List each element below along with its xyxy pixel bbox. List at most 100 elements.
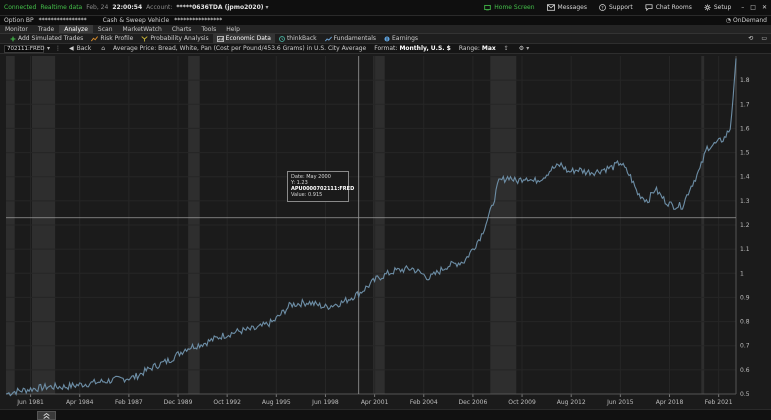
status-date: Feb, 24 xyxy=(86,4,109,11)
support-label: Support xyxy=(608,4,633,11)
data-tooltip: Date: May 2000 Y: 1.23 APU0000702111:FRE… xyxy=(287,171,354,202)
share-icon[interactable]: ⇪ xyxy=(504,45,509,52)
economic-data-chart[interactable]: 0.5 0.6 0.7 0.8 0.9 1 1.1 1.2 1.3 1.4 1.5 1.6 1.7 1.8… xyxy=(0,54,771,409)
envelope-icon xyxy=(546,4,555,11)
tab-scan[interactable]: Scan xyxy=(93,25,118,33)
x-tick-label: Jun 1998 xyxy=(311,399,339,406)
subtab-label: Fundamentals xyxy=(333,35,376,42)
x-tick-label: Aug 1995 xyxy=(262,399,291,406)
chat-rooms-label: Chat Rooms xyxy=(655,4,692,11)
symbol-input[interactable]: 702111:FRED xyxy=(4,44,45,53)
setup-button[interactable]: Setup xyxy=(704,4,731,11)
tab-help[interactable]: Help xyxy=(221,25,245,33)
format-selector[interactable]: Format: Monthly, U.S. $ xyxy=(374,45,451,52)
subtab-thinkback[interactable]: thinkBack xyxy=(275,34,321,43)
x-tick-label: Apr 2018 xyxy=(656,399,684,406)
account-bar: Option BP **************** Cash & Sweep … xyxy=(0,16,771,25)
probability-icon xyxy=(141,35,148,41)
setup-label: Setup xyxy=(713,4,732,11)
y-tick-label: 1.7 xyxy=(740,101,750,108)
data-mode: Realtime data xyxy=(40,4,83,11)
sub-tab-bar: Add Simulated Trades Risk Profile Probab… xyxy=(0,34,771,43)
chart-area[interactable]: 0.5 0.6 0.7 0.8 0.9 1 1.1 1.2 1.3 1.4 1.5 1.6 1.7 1.8… xyxy=(0,54,771,409)
back-label: Back xyxy=(76,45,92,52)
chart-settings-bar: 702111:FRED ▾ ⋮ ◀ Back ⌂ Average Price: … xyxy=(0,43,771,54)
back-arrow-icon: ◀ xyxy=(69,45,74,52)
gear-icon xyxy=(704,4,711,11)
y-tick-label: 0.9 xyxy=(740,294,750,301)
window-minimize-button[interactable]: – xyxy=(741,4,744,11)
support-button[interactable]: ? Support xyxy=(599,4,633,11)
x-tick-label: Apr 2001 xyxy=(361,399,389,406)
home-icon[interactable]: ⌂ xyxy=(101,45,105,52)
y-tick-label: 1.6 xyxy=(740,125,750,132)
x-tick-label: Feb 2004 xyxy=(410,399,438,406)
y-tick-label: 1.5 xyxy=(740,150,750,157)
home-screen-icon xyxy=(484,4,491,11)
option-bp-value: **************** xyxy=(38,17,87,24)
y-tick-label: 1.3 xyxy=(740,198,750,205)
subtab-risk-profile[interactable]: Risk Profile xyxy=(87,34,137,43)
settings-dropdown-icon[interactable]: ▾ xyxy=(526,45,529,52)
x-tick-label: Dec 2006 xyxy=(459,399,488,406)
cash-label: Cash & Sweep Vehicle xyxy=(102,17,170,24)
window-maximize-button[interactable]: □ xyxy=(750,4,756,11)
tab-trade[interactable]: Trade xyxy=(33,25,59,33)
subtab-fundamentals[interactable]: Fundamentals xyxy=(321,34,380,43)
panel-options-icon[interactable]: ▭ xyxy=(761,35,767,42)
cash-value: **************** xyxy=(174,17,223,24)
x-tick-label: Apr 1984 xyxy=(66,399,94,406)
status-bar: Connected Realtime data Feb, 24 22:00:54… xyxy=(0,0,771,16)
tooltip-value: Value: 0.915 xyxy=(291,192,323,198)
format-value: Monthly, U.S. $ xyxy=(399,45,451,52)
chat-icon xyxy=(645,4,653,11)
subtab-earnings[interactable]: Earnings xyxy=(380,34,422,43)
more-icon[interactable]: ⋮ xyxy=(55,45,61,52)
x-tick-label: Feb 2021 xyxy=(705,399,733,406)
y-tick-label: 1 xyxy=(740,270,744,277)
y-tick-label: 1.1 xyxy=(740,246,750,253)
tab-marketwatch[interactable]: MarketWatch xyxy=(118,25,167,33)
link-icon[interactable]: ⟲ xyxy=(748,35,753,42)
risk-profile-icon xyxy=(91,35,99,41)
collapse-panel-button[interactable] xyxy=(37,411,56,420)
y-tick-label: 0.6 xyxy=(740,367,750,374)
format-label: Format: xyxy=(374,45,398,52)
plus-icon xyxy=(10,36,16,41)
tab-monitor[interactable]: Monitor xyxy=(0,25,33,33)
clock-icon xyxy=(279,35,285,42)
subtab-probability-analysis[interactable]: Probability Analysis xyxy=(137,34,212,43)
home-screen-button[interactable]: Home Screen xyxy=(484,4,535,11)
ondemand-button[interactable]: OnDemand xyxy=(733,17,767,24)
y-tick-label: 0.7 xyxy=(740,343,750,350)
y-tick-label: 0.5 xyxy=(740,391,750,398)
x-tick-label: Oct 1992 xyxy=(213,399,241,406)
earnings-icon xyxy=(384,35,390,42)
option-bp-label: Option BP xyxy=(4,17,34,24)
tab-analyze[interactable]: Analyze xyxy=(59,25,93,33)
messages-label: Messages xyxy=(557,4,587,11)
messages-button[interactable]: Messages xyxy=(546,4,587,11)
status-time: 22:00:54 xyxy=(112,4,143,11)
account-dropdown-icon[interactable]: ▾ xyxy=(266,4,269,11)
account-selector[interactable]: *****0636TDA (jpmo2020) xyxy=(176,4,263,11)
x-tick-label: Dec 1989 xyxy=(164,399,193,406)
window-close-button[interactable]: ✕ xyxy=(762,4,767,11)
back-button[interactable]: ◀ Back xyxy=(69,45,91,52)
range-selector[interactable]: Range: Max xyxy=(459,45,496,52)
x-tick-label: Oct 2009 xyxy=(508,399,536,406)
chat-rooms-button[interactable]: Chat Rooms xyxy=(645,4,692,11)
subtab-add-simulated-trades[interactable]: Add Simulated Trades xyxy=(6,34,87,43)
tab-charts[interactable]: Charts xyxy=(167,25,197,33)
connection-status: Connected xyxy=(4,4,37,11)
chart-settings-gear-icon[interactable]: ⚙ xyxy=(519,45,524,52)
y-tick-label: 1.8 xyxy=(740,77,750,84)
range-value: Max xyxy=(481,45,496,52)
range-label: Range: xyxy=(458,45,480,52)
subtab-label: Economic Data xyxy=(225,35,271,42)
subtab-label: Probability Analysis xyxy=(150,35,209,42)
tab-tools[interactable]: Tools xyxy=(196,25,221,33)
subtab-economic-data[interactable]: Economic Data xyxy=(212,34,275,43)
symbol-dropdown-icon[interactable]: ▾ xyxy=(47,45,50,52)
bread-price-line xyxy=(5,58,737,397)
